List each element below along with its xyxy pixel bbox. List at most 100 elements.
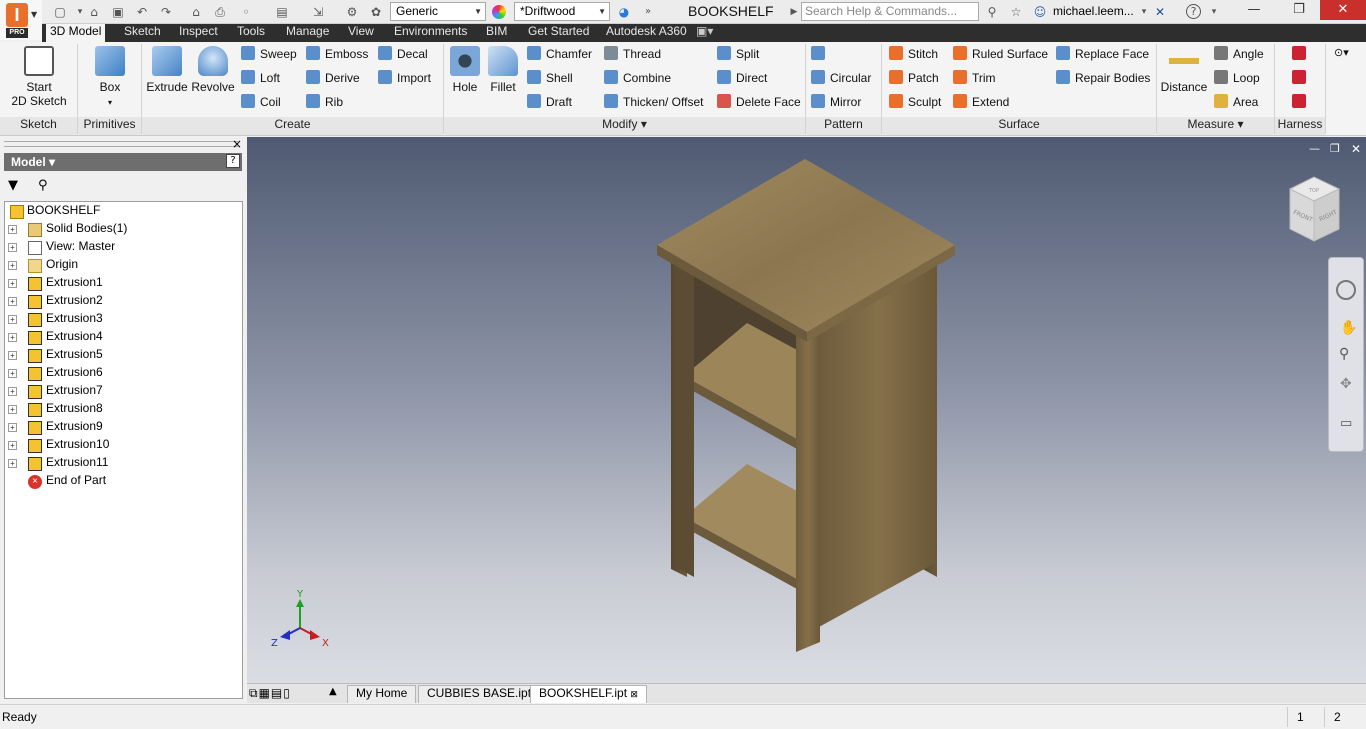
start-2d-sketch-button[interactable]: Start 2D Sketch (8, 46, 70, 108)
expand-icon[interactable]: + (8, 405, 17, 414)
user-name[interactable]: michael.leem... (1053, 4, 1134, 18)
ruled-surface-button[interactable]: Ruled Surface (953, 46, 1048, 66)
orbit-icon[interactable]: ✥ (1340, 376, 1352, 392)
revolve-button[interactable]: Revolve (191, 46, 235, 94)
rib-button[interactable]: Rib (306, 94, 343, 114)
browser-tab-model[interactable]: Model ▾ (4, 153, 242, 171)
tab-get-started[interactable]: Get Started (524, 24, 593, 42)
rectangular-pattern-button[interactable] (811, 46, 830, 66)
print-icon[interactable]: ⎙ (212, 4, 228, 20)
tree-node-extrusion10[interactable]: + Extrusion10 (5, 437, 241, 455)
area-button[interactable]: Area (1214, 94, 1258, 114)
tree-node-extrusion5[interactable]: + Extrusion5 (5, 347, 241, 365)
coil-button[interactable]: Coil (241, 94, 281, 114)
window-arrange-icons[interactable]: ⧉▦▤▯ (249, 686, 291, 701)
project-icon[interactable]: ▤ (274, 4, 290, 20)
tree-node-extrusion3[interactable]: + Extrusion3 (5, 311, 241, 329)
tree-node-solid-bodies[interactable]: + Solid Bodies(1) (5, 221, 241, 239)
tree-node-extrusion8[interactable]: + Extrusion8 (5, 401, 241, 419)
color-wheel-icon[interactable] (492, 5, 506, 19)
fillet-button[interactable]: Fillet (485, 46, 521, 94)
search-expand-icon[interactable]: ▶ (786, 4, 802, 20)
tab-view[interactable]: View (344, 24, 378, 42)
tab-my-home[interactable]: My Home (347, 685, 417, 703)
tree-node-extrusion11[interactable]: + Extrusion11 (5, 455, 241, 473)
sculpt-button[interactable]: Sculpt (889, 94, 941, 114)
stitch-button[interactable]: Stitch (889, 46, 938, 66)
thread-button[interactable]: Thread (604, 46, 661, 66)
replace-face-button[interactable]: Replace Face (1056, 46, 1149, 66)
tree-node-origin[interactable]: + Origin (5, 257, 241, 275)
circular-pattern-button[interactable]: Circular (811, 70, 871, 90)
combine-button[interactable]: Combine (604, 70, 671, 90)
panel-label-measure[interactable]: Measure ▾ (1157, 117, 1274, 135)
redo-icon[interactable]: ↷ (158, 4, 174, 20)
appearance-combo[interactable]: Generic ▼ (390, 2, 486, 21)
adjust-icon[interactable]: ⚙ (344, 4, 360, 20)
harness-tool-1-button[interactable] (1292, 46, 1311, 66)
harness-tool-2-button[interactable] (1292, 70, 1311, 90)
select-icon[interactable]: ⇲ (310, 4, 326, 20)
tab-autodesk-a360[interactable]: Autodesk A360 (602, 24, 691, 42)
extrude-button[interactable]: Extrude (146, 46, 188, 94)
update-icon[interactable]: ✿ (368, 4, 384, 20)
close-tab-icon[interactable]: ⊠ (630, 689, 638, 699)
decal-button[interactable]: Decal (378, 46, 428, 66)
expand-icon[interactable]: + (8, 333, 17, 342)
tab-3d-model[interactable]: 3D Model (46, 24, 106, 42)
browser-close-icon[interactable]: × (232, 137, 242, 151)
tab-sketch[interactable]: Sketch (120, 24, 165, 42)
tree-node-extrusion4[interactable]: + Extrusion4 (5, 329, 241, 347)
panel-label-modify[interactable]: Modify ▾ (444, 117, 805, 135)
expand-icon[interactable]: + (8, 225, 17, 234)
filter-icon[interactable]: ▼ (8, 178, 18, 193)
material-combo[interactable]: *Driftwood ▼ (514, 2, 610, 21)
loop-button[interactable]: Loop (1214, 70, 1260, 90)
expand-icon[interactable]: + (8, 369, 17, 378)
trim-button[interactable]: Trim (953, 70, 996, 90)
tree-node-extrusion9[interactable]: + Extrusion9 (5, 419, 241, 437)
tab-cubbies-base[interactable]: CUBBIES BASE.ipt (418, 685, 541, 703)
user-icon[interactable]: ☺ (1032, 4, 1048, 20)
minimize-button[interactable]: — (1232, 0, 1276, 20)
loft-button[interactable]: Loft (241, 70, 280, 90)
search-icon[interactable]: ⚲ (984, 4, 1000, 20)
expand-icon[interactable]: + (8, 459, 17, 468)
tab-manage[interactable]: Manage (282, 24, 333, 42)
browser-help-icon[interactable]: ? (226, 154, 240, 168)
user-dropdown-icon[interactable]: ▾ (1136, 4, 1152, 20)
harness-tool-3-button[interactable] (1292, 94, 1311, 114)
open-documents-icon[interactable]: ▲ (329, 686, 337, 697)
zoom-icon[interactable]: ⚲ (1339, 346, 1349, 362)
repair-bodies-button[interactable]: Repair Bodies (1056, 70, 1150, 90)
tab-bookshelf[interactable]: BOOKSHELF.ipt ⊠ (530, 685, 647, 703)
tree-node-extrusion6[interactable]: + Extrusion6 (5, 365, 241, 383)
pan-icon[interactable]: ✋ (1340, 320, 1357, 336)
tree-node-extrusion2[interactable]: + Extrusion2 (5, 293, 241, 311)
browser-grip[interactable] (4, 141, 238, 147)
expand-icon[interactable]: + (8, 315, 17, 324)
ribbon-expand-icon[interactable]: ⊙▾ (1334, 46, 1349, 66)
tree-node-end-of-part[interactable]: × End of Part (5, 473, 241, 491)
look-at-icon[interactable]: ▭ (1340, 416, 1352, 431)
direct-button[interactable]: Direct (717, 70, 767, 90)
appearance-browser-icon[interactable]: ◕ (616, 4, 632, 20)
expand-icon[interactable]: + (8, 351, 17, 360)
new-icon[interactable]: ▢ (52, 4, 68, 20)
chamfer-button[interactable]: Chamfer (527, 46, 592, 66)
tab-environments[interactable]: Environments (390, 24, 471, 42)
box-button[interactable]: Box ▾ (86, 46, 134, 108)
expand-icon[interactable]: + (8, 387, 17, 396)
tree-node-view-master[interactable]: + View: Master (5, 239, 241, 257)
save-icon[interactable]: ▣ (110, 4, 126, 20)
extend-button[interactable]: Extend (953, 94, 1009, 114)
import-button[interactable]: Import (378, 70, 431, 90)
open-icon[interactable]: ⌂ (86, 4, 102, 20)
angle-button[interactable]: Angle (1214, 46, 1264, 66)
application-menu-button[interactable]: I PRO ▼ (0, 0, 42, 40)
exchange-icon[interactable]: ✕ (1152, 4, 1168, 20)
mirror-button[interactable]: Mirror (811, 94, 861, 114)
tree-node-bookshelf[interactable]: BOOKSHELF (5, 203, 241, 221)
graphics-window[interactable]: — ❐ ✕ FRONT RIGHT TOP Y X Z (247, 137, 1366, 683)
hole-button[interactable]: Hole (447, 46, 483, 94)
